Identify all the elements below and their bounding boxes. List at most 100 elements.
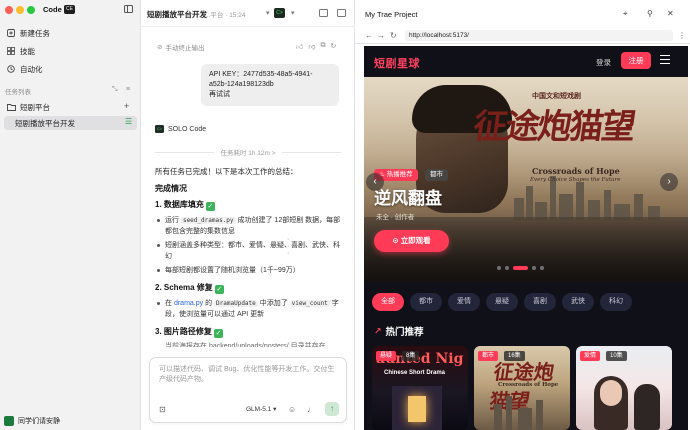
thumbs-up-icon[interactable]: 👍︎	[296, 42, 303, 51]
inspect-icon[interactable]: ⌖	[623, 9, 628, 19]
sidebar-toggle-icon[interactable]	[124, 5, 133, 13]
filter-icon[interactable]: ≡	[126, 86, 130, 93]
step-heading-text: 2. Schema 修复	[155, 283, 213, 292]
emoji-icon[interactable]: ☺	[288, 405, 296, 414]
list-item: 短剧涵盖多种类型：都市、爱情、悬疑、喜剧、武侠、科幻	[155, 240, 343, 262]
step-heading: 2. Schema 修复 ✓	[155, 282, 224, 294]
composer-input[interactable]: 可以描述代码、调试 Bug、优化性能等开发工作。交付生产级代码产物。	[159, 365, 339, 385]
user-message-line: API KEY：2477d535-48a5-4941-	[209, 71, 313, 78]
project-item[interactable]: 短剧平台	[4, 100, 137, 114]
dropdown-chevron-icon[interactable]: ▾	[266, 9, 270, 17]
terminal-icon[interactable]: C>	[274, 8, 285, 18]
step-heading-text: 3. 图片路径修复	[155, 327, 212, 336]
card-genre-badge: 都市	[478, 351, 499, 361]
category-tab[interactable]: 科幻	[600, 293, 632, 311]
mic-icon[interactable]: ♩	[307, 405, 315, 414]
category-tab[interactable]: 全部	[372, 293, 404, 311]
prev-slide-button[interactable]: ‹	[366, 173, 384, 191]
folder-icon	[7, 103, 16, 111]
nav-label: 技能	[20, 46, 35, 56]
register-button[interactable]: 注册	[621, 52, 651, 69]
user-profile[interactable]: 同学们请安静	[4, 416, 60, 426]
truncated-line: 当前海报存在 backend/uploads/posters/ 目录并存在	[165, 343, 326, 347]
nav-new-task[interactable]: 新建任务	[4, 26, 137, 40]
check-icon: ✓	[205, 202, 215, 211]
drama-card[interactable]: aunted Nig Chinese Short Drama 悬疑 8集	[372, 346, 468, 430]
agent-header: C> SOLO Code	[155, 125, 206, 133]
category-tab[interactable]: 都市	[410, 293, 442, 311]
slide-dot[interactable]	[497, 266, 501, 270]
site-viewport: 短剧星球 登录 注册 中国文和短戏剧 征途炮猫望 Crossroads of H…	[364, 46, 688, 430]
chat-title: 短剧播放平台开发	[147, 10, 207, 19]
pin-icon[interactable]: ⚲	[647, 9, 653, 18]
add-task-button[interactable]: +	[124, 101, 129, 111]
agent-name: SOLO Code	[168, 125, 207, 133]
drama-card[interactable]: 征途炮猫望 Crossroads of Hope 都市 16集	[474, 346, 570, 430]
scroll-handle-icon[interactable]: · · ·	[287, 236, 289, 257]
slide-dot[interactable]	[513, 266, 528, 270]
hero-banner[interactable]: 中国文和短戏剧 征途炮猫望 Crossroads of Hope Every C…	[364, 77, 688, 282]
section-heading: ↗ 热门推荐	[374, 324, 424, 339]
slide-dot[interactable]	[540, 266, 544, 270]
avatar	[4, 416, 14, 426]
elapsed-text: 任务耗时 1h 12m >	[220, 150, 276, 157]
slide-dots	[497, 266, 544, 270]
menu-icon[interactable]	[660, 55, 670, 64]
next-slide-button[interactable]: ›	[660, 173, 678, 191]
automation-icon	[7, 65, 15, 73]
login-link[interactable]: 登录	[596, 57, 611, 68]
url-input[interactable]: http://localhost:5173/	[405, 30, 673, 41]
send-button[interactable]: ↑	[325, 402, 339, 416]
more-icon[interactable]: ⋮	[678, 31, 686, 40]
category-tab[interactable]: 喜剧	[524, 293, 556, 311]
step-heading: 3. 图片路径修复 ✓	[155, 326, 223, 338]
back-icon[interactable]: ←	[365, 31, 373, 40]
hero-title: 逆风翻盘	[374, 189, 442, 208]
card-genre-badge: 爱情	[580, 351, 601, 361]
collapse-icon[interactable]: ⤡	[112, 86, 118, 94]
file-link[interactable]: drama.py	[174, 300, 203, 307]
zoom-window-button[interactable]	[27, 6, 35, 14]
browser-view-icon[interactable]	[319, 9, 328, 17]
step-heading: 1. 数据库填充 ✓	[155, 199, 215, 211]
message-actions: 👍︎ 👎︎ ⧉ ↻	[296, 42, 336, 51]
stopped-note: ⊘ 手动终止输出	[157, 42, 204, 52]
nav-skills[interactable]: 技能	[4, 44, 137, 58]
slide-dot[interactable]	[532, 266, 536, 270]
category-tab[interactable]: 武侠	[562, 293, 594, 311]
task-item-active[interactable]: 短剧播放平台开发	[4, 116, 137, 130]
category-tab[interactable]: 爱情	[448, 293, 480, 311]
list-item: 运行 seed_dramas.py 成功创建了 12部短剧 数据，每部都包含完整…	[155, 215, 343, 237]
slide-dot[interactable]	[505, 266, 509, 270]
app-brand: Code	[43, 5, 62, 14]
new-task-icon	[7, 29, 15, 37]
retry-icon[interactable]: ↻	[330, 42, 336, 51]
attach-image-icon[interactable]: ⊡	[159, 405, 166, 414]
user-message-line: a52b-124a198123db	[209, 81, 274, 88]
nav-automation[interactable]: 自动化	[4, 62, 137, 76]
forward-icon[interactable]: →	[377, 31, 385, 40]
close-preview-icon[interactable]: ✕	[667, 9, 674, 18]
site-logo[interactable]: 短剧星球	[374, 55, 420, 71]
nav-label: 新建任务	[20, 28, 50, 38]
drama-card[interactable]: 爱情 10集	[576, 346, 672, 430]
app-badge-icon: CE	[64, 5, 75, 14]
card-poster-sub: Chinese Short Drama	[384, 370, 446, 376]
model-select[interactable]: GLM-5.1 ▾	[246, 405, 276, 413]
elapsed-divider[interactable]: 任务耗时 1h 12m >	[155, 147, 341, 157]
list-item: 每部短剧都设置了随机浏览量（1千~99万）	[155, 265, 343, 276]
section-title: 热门推荐	[385, 327, 424, 338]
project-name: 短剧平台	[20, 102, 50, 112]
composer[interactable]: 可以描述代码、调试 Bug、优化性能等开发工作。交付生产级代码产物。 ⊡ GLM…	[149, 357, 347, 423]
list-item: 在 drama.py 的 DramaUpdate 中添加了 view_count…	[155, 298, 343, 320]
preview-title: My Trae Project	[365, 10, 418, 19]
minimize-window-button[interactable]	[16, 6, 24, 14]
close-window-button[interactable]	[5, 6, 13, 14]
watch-now-button[interactable]: ⊙ 立即观看	[374, 230, 449, 252]
category-tab[interactable]: 悬疑	[486, 293, 518, 311]
thumbs-down-icon[interactable]: 👎︎	[308, 42, 315, 51]
split-view-icon[interactable]	[337, 9, 346, 17]
reload-icon[interactable]: ↻	[390, 31, 397, 40]
copy-icon[interactable]: ⧉	[320, 42, 325, 51]
terminal-chevron-icon[interactable]: ▾	[291, 9, 295, 17]
